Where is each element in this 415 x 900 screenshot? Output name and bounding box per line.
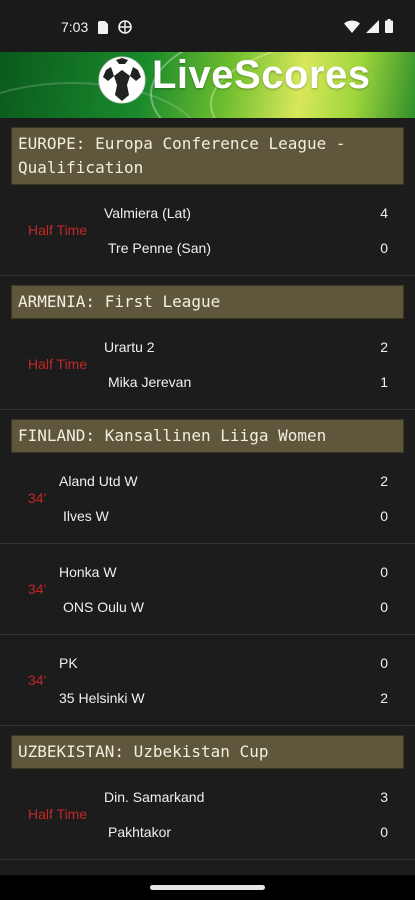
app-logo-text: LiveScores xyxy=(152,53,371,97)
away-score: 0 xyxy=(380,240,388,256)
away-score: 0 xyxy=(380,508,388,524)
away-team: ONS Oulu W xyxy=(63,599,144,615)
home-score: 2 xyxy=(380,339,388,355)
match-status: 34' xyxy=(28,490,47,506)
status-time: 7:03 xyxy=(61,19,89,35)
away-team: Mika Jerevan xyxy=(108,374,192,390)
home-score: 0 xyxy=(380,655,388,671)
away-team: 35 Helsinki W xyxy=(59,690,145,706)
away-score: 0 xyxy=(380,599,388,615)
match-status: Half Time xyxy=(28,356,88,372)
league-header[interactable]: UZBEKISTAN: Uzbekistan Cup xyxy=(11,735,404,769)
battery-icon xyxy=(385,19,393,38)
home-team: Aland Utd W xyxy=(59,473,138,489)
cell-signal-icon xyxy=(366,19,379,38)
match-status: Half Time xyxy=(28,806,88,822)
away-team: Pakhtakor xyxy=(108,824,172,840)
home-team: PK xyxy=(59,655,78,671)
status-bar: 7:03 xyxy=(0,0,415,52)
wifi-icon xyxy=(344,19,360,38)
away-score: 1 xyxy=(380,374,388,390)
match-status: 34' xyxy=(28,672,47,688)
match-row[interactable]: Half Time Valmiera (Lat) Tre Penne (San)… xyxy=(0,185,415,276)
match-status: Half Time xyxy=(28,222,88,238)
status-left-icons xyxy=(98,20,132,39)
status-right-icons xyxy=(344,19,393,38)
league-header[interactable]: EUROPE: Europa Conference League - Quali… xyxy=(11,127,404,185)
match-status: 34' xyxy=(28,581,47,597)
home-score: 2 xyxy=(380,473,388,489)
home-score: 0 xyxy=(380,564,388,580)
home-team: Honka W xyxy=(59,564,117,580)
soccer-ball-icon xyxy=(97,55,147,105)
away-team: Tre Penne (San) xyxy=(108,240,211,256)
match-row[interactable]: 34' PK 35 Helsinki W 0 2 xyxy=(0,635,415,726)
app-banner: LiveScores xyxy=(0,52,415,118)
away-team: Ilves W xyxy=(63,508,109,524)
match-row[interactable]: Half Time Urartu 2 Mika Jerevan 2 1 xyxy=(0,319,415,410)
match-row[interactable]: 34' Aland Utd W Ilves W 2 0 xyxy=(0,453,415,544)
home-team: Valmiera (Lat) xyxy=(104,205,191,221)
home-gesture-handle[interactable] xyxy=(150,885,265,890)
away-score: 0 xyxy=(380,824,388,840)
sim-card-icon xyxy=(98,20,108,39)
scores-list[interactable]: EUROPE: Europa Conference League - Quali… xyxy=(0,118,415,860)
match-row[interactable]: Half Time Din. Samarkand Pakhtakor 3 0 xyxy=(0,769,415,860)
league-header[interactable]: ARMENIA: First League xyxy=(11,285,404,319)
home-team: Din. Samarkand xyxy=(104,789,205,805)
home-score: 3 xyxy=(380,789,388,805)
home-team: Urartu 2 xyxy=(104,339,155,355)
league-header[interactable]: FINLAND: Kansallinen Liiga Women xyxy=(11,419,404,453)
match-row[interactable]: 34' Honka W ONS Oulu W 0 0 xyxy=(0,544,415,635)
away-score: 2 xyxy=(380,690,388,706)
vpn-globe-icon xyxy=(118,20,132,39)
home-score: 4 xyxy=(380,205,388,221)
